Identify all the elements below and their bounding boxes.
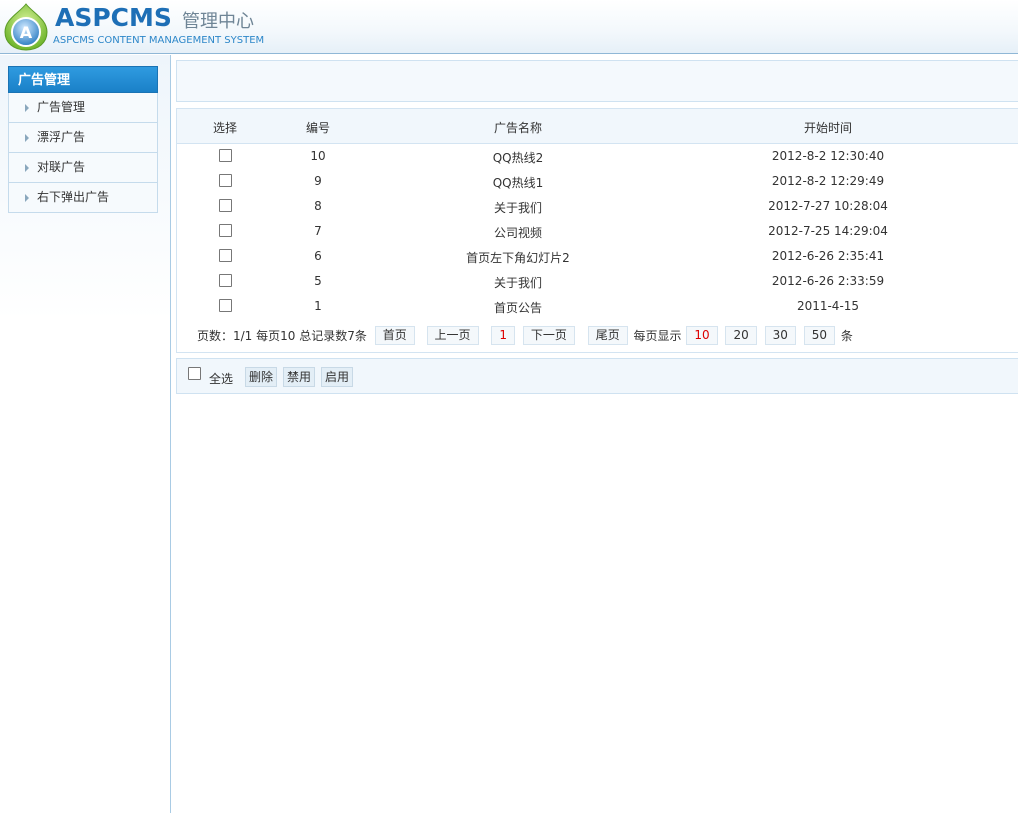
table-row: 7 公司视频 2012-7-25 14:29:04 (177, 219, 1018, 244)
pagination: 页数：1/1 每页10 总记录数7条 首页 上一页 1 下一页 尾页 每页显示 … (197, 326, 857, 346)
table-row: 9 QQ热线1 2012-8-2 12:29:49 (177, 169, 1018, 194)
select-all-checkbox[interactable] (188, 367, 201, 380)
cell-name: QQ热线1 (492, 176, 544, 190)
cell-name: 首页左下角幻灯片2 (466, 251, 570, 265)
ad-list-panel: 选择 编号 广告名称 开始时间 10 QQ热线2 2012-8-2 12:30:… (176, 108, 1018, 353)
cell-id: 1 (314, 299, 322, 313)
select-all-label[interactable]: 全选 (209, 370, 233, 387)
cell-start-time: 2011-4-15 (796, 299, 860, 313)
sidebar-item-floating-ad[interactable]: 漂浮广告 (8, 123, 158, 153)
aspcms-logo-icon: A (4, 3, 48, 51)
cell-start-time: 2012-6-26 2:35:41 (771, 249, 885, 263)
row-checkbox[interactable] (218, 149, 232, 162)
logo-letter: A (20, 23, 33, 42)
row-checkbox[interactable] (218, 299, 232, 312)
cell-name: 首页公告 (493, 301, 542, 315)
sidebar-item-label: 右下弹出广告 (37, 190, 110, 204)
cell-name: 关于我们 (493, 201, 542, 215)
cell-name: 公司视频 (493, 226, 542, 240)
per-page-label: 每页显示 (633, 329, 682, 343)
brand-english: ASPCMS CONTENT MANAGEMENT SYSTEM (53, 35, 265, 46)
per-page-50-button[interactable]: 50 (803, 326, 835, 345)
table-row: 1 首页公告 2011-4-15 (177, 294, 1018, 319)
column-header-id: 编号 (305, 121, 330, 135)
row-checkbox[interactable] (218, 224, 232, 237)
column-header-select: 选择 (212, 121, 237, 135)
sidebar-item-couplet-ad[interactable]: 对联广告 (8, 153, 158, 183)
next-page-button[interactable]: 下一页 (522, 326, 575, 345)
row-checkbox[interactable] (218, 274, 232, 287)
per-page-10-button[interactable]: 10 (686, 326, 718, 345)
cell-start-time: 2012-8-2 12:29:49 (771, 174, 885, 188)
sidebar-item-label: 漂浮广告 (37, 130, 86, 144)
page-info: 页数：1/1 每页10 总记录数7条 (197, 329, 367, 343)
current-page-button[interactable]: 1 (491, 326, 516, 345)
cell-id: 8 (314, 199, 322, 213)
cell-id: 5 (314, 274, 322, 288)
brand-name: ASPCMS (55, 3, 172, 32)
cell-start-time: 2012-6-26 2:33:59 (771, 274, 885, 288)
table-row: 5 关于我们 2012-6-26 2:33:59 (177, 269, 1018, 294)
cell-id: 6 (314, 249, 322, 263)
cell-id: 7 (314, 224, 322, 238)
last-page-button[interactable]: 尾页 (587, 326, 628, 345)
disable-button[interactable]: 禁用 (283, 367, 316, 387)
action-bar: 全选 删除 禁用 启用 (176, 358, 1018, 394)
arrow-right-icon (25, 164, 29, 172)
top-toolbar (176, 60, 1018, 102)
column-header-name: 广告名称 (493, 121, 542, 135)
table-row: 10 QQ热线2 2012-8-2 12:30:40 (177, 144, 1018, 169)
prev-page-button[interactable]: 上一页 (426, 326, 479, 345)
cell-start-time: 2012-7-27 10:28:04 (768, 199, 888, 213)
sidebar-menu: 广告管理 广告管理 漂浮广告 对联广告 右下弹出广告 (8, 66, 158, 213)
table-row: 8 关于我们 2012-7-27 10:28:04 (177, 194, 1018, 219)
table-header: 选择 编号 广告名称 开始时间 (177, 109, 1018, 144)
row-checkbox[interactable] (218, 174, 232, 187)
cell-name: 关于我们 (493, 276, 542, 290)
sidebar-item-label: 广告管理 (37, 100, 86, 114)
cell-name: QQ热线2 (492, 151, 544, 165)
table-body: 10 QQ热线2 2012-8-2 12:30:40 9 QQ热线1 2012-… (177, 144, 1018, 319)
row-checkbox[interactable] (218, 199, 232, 212)
sidebar-item-popup-ad[interactable]: 右下弹出广告 (8, 183, 158, 213)
cell-id: 10 (310, 149, 326, 163)
brand-subtitle: 管理中心 (182, 11, 254, 32)
column-header-start-time: 开始时间 (803, 121, 852, 135)
table-row: 6 首页左下角幻灯片2 2012-6-26 2:35:41 (177, 244, 1018, 269)
sidebar-title: 广告管理 (8, 66, 158, 93)
enable-button[interactable]: 启用 (321, 367, 354, 387)
cell-id: 9 (314, 174, 322, 188)
cell-start-time: 2012-8-2 12:30:40 (771, 149, 885, 163)
arrow-right-icon (25, 134, 29, 142)
per-page-30-button[interactable]: 30 (764, 326, 796, 345)
header: A ASPCMS 管理中心 ASPCMS CONTENT MANAGEMENT … (0, 0, 1018, 54)
cell-start-time: 2012-7-25 14:29:04 (768, 224, 888, 238)
per-page-unit: 条 (840, 329, 853, 343)
first-page-button[interactable]: 首页 (374, 326, 415, 345)
arrow-right-icon (25, 104, 29, 112)
sidebar: 广告管理 广告管理 漂浮广告 对联广告 右下弹出广告 (0, 55, 171, 813)
sidebar-item-ad-manage[interactable]: 广告管理 (8, 93, 158, 123)
per-page-20-button[interactable]: 20 (725, 326, 757, 345)
arrow-right-icon (25, 194, 29, 202)
delete-button[interactable]: 删除 (245, 367, 278, 387)
sidebar-item-label: 对联广告 (37, 160, 86, 174)
row-checkbox[interactable] (218, 249, 232, 262)
